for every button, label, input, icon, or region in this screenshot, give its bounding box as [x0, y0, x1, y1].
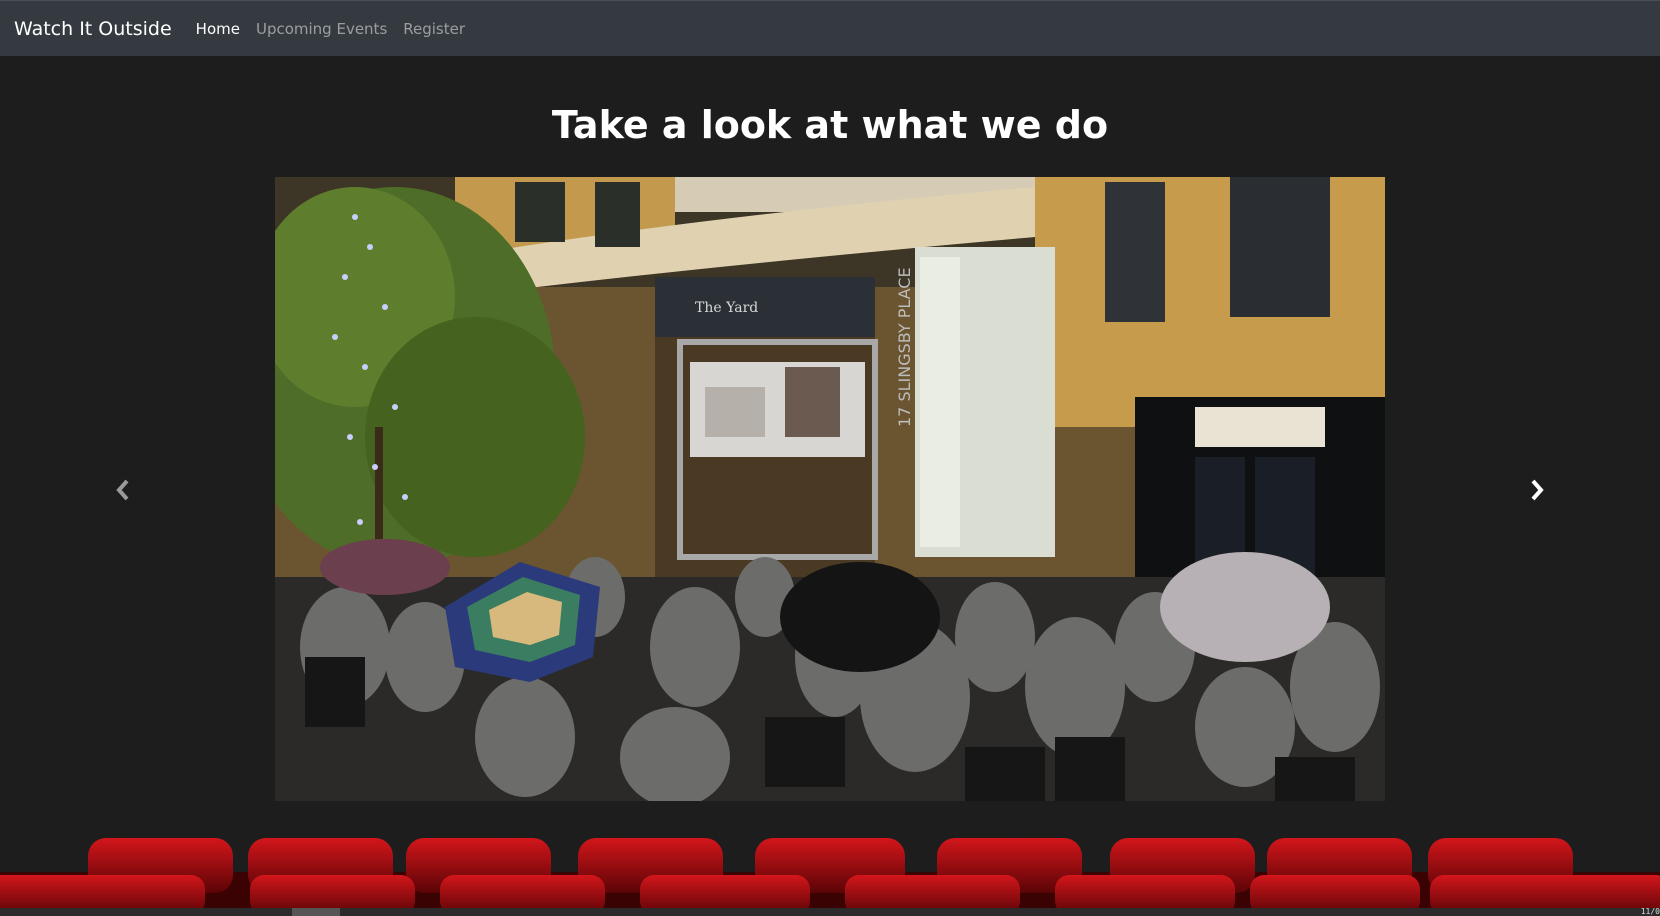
corner-status-text: 11/0 — [1640, 907, 1660, 916]
horizontal-scrollbar[interactable] — [0, 908, 1660, 916]
brand-logo-text[interactable]: Watch It Outside — [14, 18, 172, 40]
top-navbar: Watch It Outside Home Upcoming Events Re… — [0, 0, 1660, 56]
scrollbar-thumb[interactable] — [292, 908, 340, 916]
page-heading: Take a look at what we do — [551, 103, 1109, 147]
carousel-next-button[interactable] — [1522, 475, 1552, 505]
carousel-slide-image: 17 SLINGSBY PLACE The Yard — [275, 177, 1385, 801]
nav-link-home[interactable]: Home — [196, 20, 240, 38]
seats-graphic — [0, 838, 1660, 908]
chevron-right-icon — [1531, 479, 1544, 501]
carousel: 17 SLINGSBY PLACE The Yard — [275, 177, 1385, 801]
carousel-prev-button[interactable] — [108, 475, 138, 505]
cinema-seats-decoration — [0, 820, 1660, 908]
nav-link-upcoming-events[interactable]: Upcoming Events — [256, 20, 387, 38]
chevron-left-icon — [116, 479, 129, 501]
nav-link-register[interactable]: Register — [403, 20, 465, 38]
venue-sign-text: The Yard — [695, 300, 758, 316]
building-sign-text: 17 SLINGSBY PLACE — [895, 267, 914, 427]
